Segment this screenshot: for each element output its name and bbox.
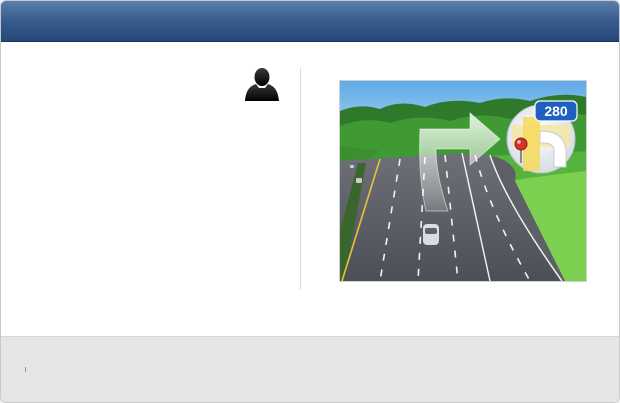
highway-sign-number: 280 <box>544 103 568 119</box>
app-panel: 280 <box>0 0 620 403</box>
column-divider <box>300 68 301 290</box>
footer-bar <box>1 336 619 402</box>
footer-marker <box>25 367 26 372</box>
content-area: 280 <box>1 42 619 336</box>
highway-navigation-photo: 280 <box>340 81 586 281</box>
header-bar <box>1 1 619 42</box>
user-silhouette-icon[interactable] <box>244 67 280 101</box>
